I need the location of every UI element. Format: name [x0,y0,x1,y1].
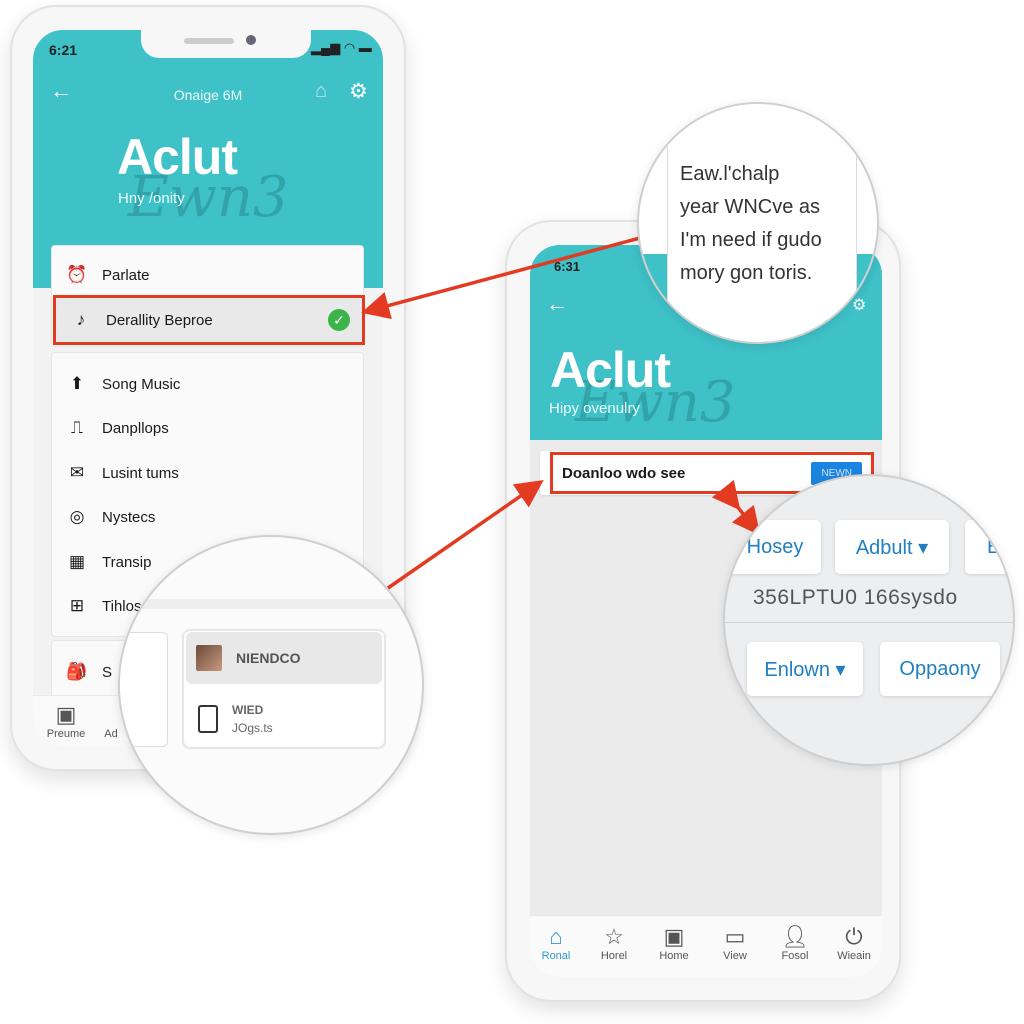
filter-button-hosey[interactable]: Hosey [729,520,821,574]
dropdown-enlown[interactable]: Enlown ▾ [747,642,863,696]
tooltip-line: Eaw.l'chalp [680,163,780,185]
magnified-divider [120,599,422,609]
button-label: E [987,535,1001,558]
profile-name: NIENDCO [236,650,301,666]
tooltip-line: mory gon toris. [680,262,813,284]
profile-card[interactable]: NIENDCO [186,632,382,684]
arrow-to-search-bar [387,480,544,590]
code-text: 356LPTU0 166sysdo [753,586,958,609]
device-title: WIED [232,703,264,717]
arrow-to-selected-item [361,236,641,320]
button-label: Adbult ▾ [855,536,929,559]
device-subtitle: JOgs.ts [232,721,273,735]
button-label: Enlown ▾ [764,658,846,681]
device-card[interactable]: WIED JOgs.ts [186,695,376,743]
filter-button-3[interactable]: E [965,520,1013,574]
device-text: WIED JOgs.ts [232,701,273,737]
phone-icon [198,705,218,733]
magnified-side-card [120,632,168,747]
option-oppaony[interactable]: Oppaony [880,642,1000,696]
filter-button-adbult[interactable]: Adbult ▾ [835,520,949,574]
tooltip-line: year WNCve as [680,196,821,218]
right-magnifier: Hosey Adbult ▾ E 356LPTU0 166sysdo Enlow… [723,474,1015,766]
top-magnifier: Eaw.l'chalp year WNCve as I'm need if gu… [637,102,879,344]
button-label: Hosey [746,535,804,558]
avatar [196,645,222,671]
section-divider [725,622,1013,623]
tooltip-line: I'm need if gudo [680,229,822,251]
left-magnifier: NIENDCO WIED JOgs.ts [118,535,424,835]
tooltip-text: Eaw.l'chalp year WNCve as I'm need if gu… [680,158,822,290]
button-label: Oppaony [899,657,981,680]
